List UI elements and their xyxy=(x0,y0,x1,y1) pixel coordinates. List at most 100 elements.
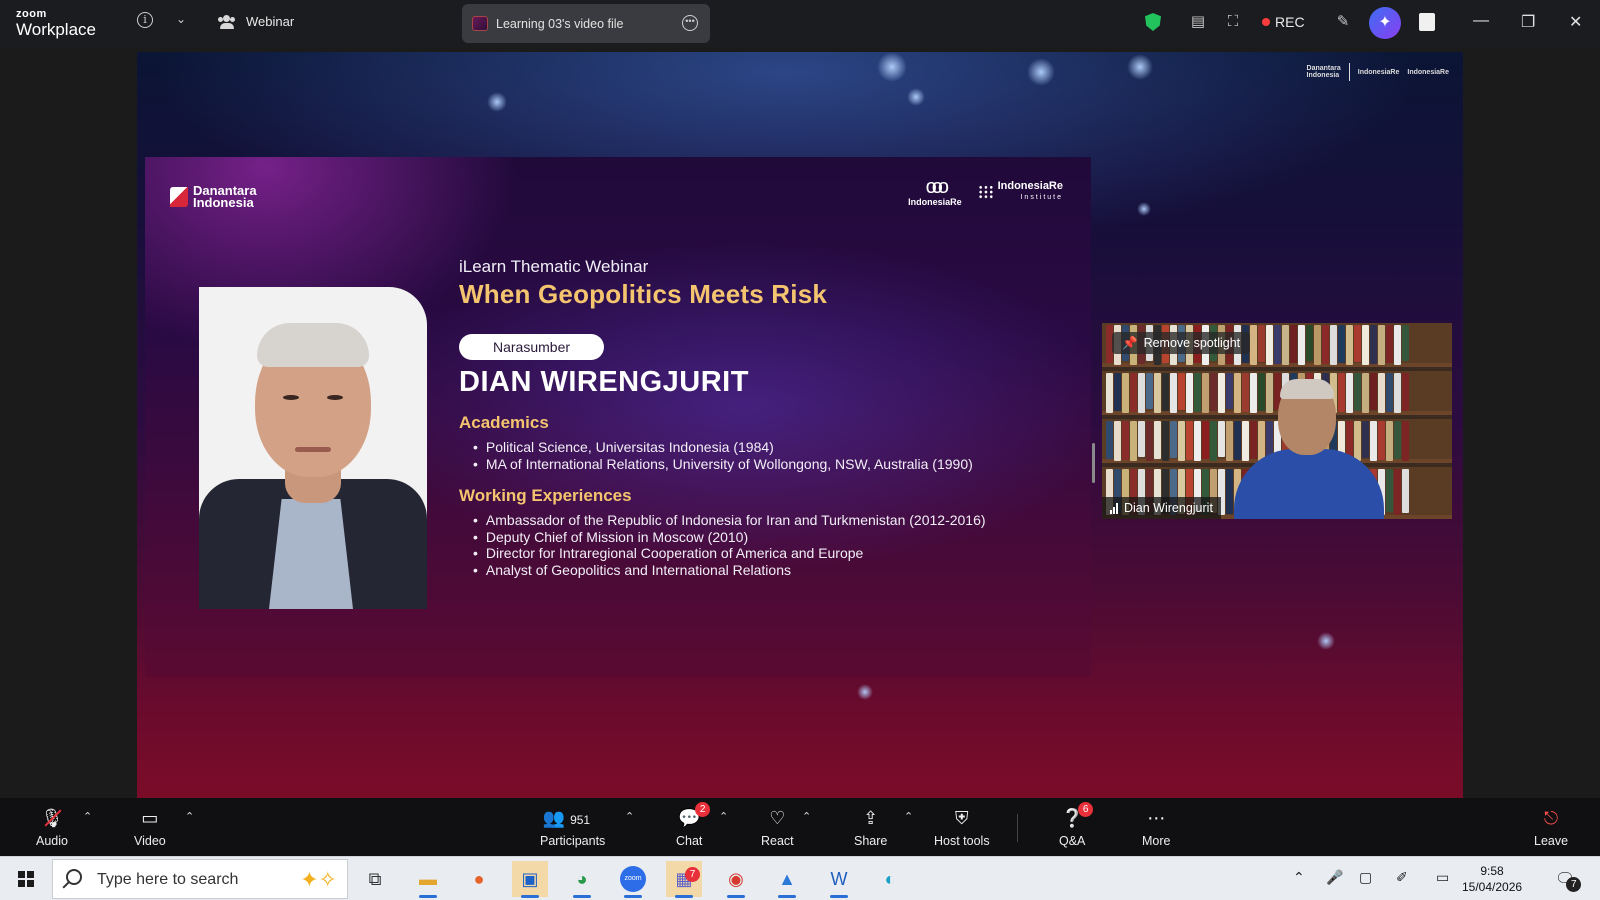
share-button[interactable]: ⇪ Share xyxy=(854,806,887,848)
chevron-down-icon[interactable]: ⌄ xyxy=(176,12,186,26)
taskbar-search-input[interactable]: Type here to search ✦✧ xyxy=(52,859,348,899)
annotate-pencil-icon[interactable]: ✎ xyxy=(1334,13,1352,31)
task-view-icon[interactable]: ⧉ xyxy=(357,861,393,897)
academics-list: Political Science, Universitas Indonesia… xyxy=(459,439,986,472)
video-button[interactable]: ▭ Video xyxy=(134,806,166,848)
remove-spotlight-button[interactable]: 📌 Remove spotlight xyxy=(1112,332,1251,354)
participant-name-tag: Dian Wirengjurit xyxy=(1102,497,1221,519)
microphone-icon[interactable]: 🎤 xyxy=(1326,869,1343,886)
system-clock[interactable]: 9:58 15/04/2026 xyxy=(1462,863,1522,895)
share-screen-icon[interactable] xyxy=(1419,13,1435,31)
close-icon[interactable]: ✕ xyxy=(1569,12,1582,32)
react-label: React xyxy=(761,834,794,848)
shared-screen: Danantara Indonesia IndonesiaRe Indonesia… xyxy=(137,52,1463,798)
word-icon[interactable]: W xyxy=(821,861,857,898)
chat-button[interactable]: 💬 2 Chat xyxy=(676,802,711,848)
speaker-photo xyxy=(199,287,427,609)
react-button[interactable]: ♡ React xyxy=(761,806,794,848)
react-caret-icon[interactable]: ⌃ xyxy=(802,810,811,823)
list-item: Ambassador of the Republic of Indonesia … xyxy=(473,512,986,529)
notifications-icon[interactable]: 🗨 7 xyxy=(1555,869,1582,892)
chat-caret-icon[interactable]: ⌃ xyxy=(719,810,728,823)
chrome-icon[interactable]: ◉ xyxy=(718,861,754,898)
photos-icon[interactable]: ▲ xyxy=(769,861,805,898)
teams-icon[interactable]: ▦ 7 xyxy=(666,861,702,898)
chrome-profile-icon[interactable]: ◕ xyxy=(564,861,600,898)
indonesiare-logo-small: IndonesiaRe xyxy=(1357,68,1400,76)
leave-label: Leave xyxy=(1534,834,1569,848)
academics-heading: Academics xyxy=(459,413,549,432)
file-explorer-icon[interactable]: ▬ xyxy=(410,861,446,898)
video-label: Video xyxy=(134,834,166,848)
windows-taskbar: Type here to search ✦✧ ⧉ ▬ ● ▣ ◕ zoom ▦ 7… xyxy=(0,856,1600,900)
video-options-caret-icon[interactable]: ⌃ xyxy=(185,810,194,823)
audio-button[interactable]: 🎙 Audio xyxy=(36,806,68,848)
pen-icon[interactable]: ✐ xyxy=(1396,869,1408,886)
webinar-icon xyxy=(218,14,236,29)
qa-badge: 6 xyxy=(1078,802,1094,817)
video-file-icon xyxy=(472,16,488,31)
share-screen-up-icon: ⇪ xyxy=(863,808,879,828)
chat-label: Chat xyxy=(676,834,703,848)
windows-start-icon[interactable] xyxy=(18,871,34,887)
brand-small: zoom xyxy=(16,8,47,20)
captions-icon[interactable]: ▤ xyxy=(1189,13,1207,31)
tray-overflow-icon[interactable]: ⌃ xyxy=(1293,869,1305,886)
more-dots-icon: ⋯ xyxy=(1147,808,1166,828)
search-icon xyxy=(66,869,82,885)
danantara-logo: Danantara Indonesia xyxy=(170,184,257,210)
list-item: MA of International Relations, Universit… xyxy=(473,456,986,473)
qa-button[interactable]: ❔ 6 Q&A xyxy=(1059,802,1094,848)
zoom-icon[interactable]: zoom xyxy=(615,861,651,898)
teams-badge: 7 xyxy=(685,867,700,882)
search-placeholder: Type here to search xyxy=(97,871,239,888)
panel-resize-handle[interactable] xyxy=(1092,443,1095,483)
webinar-label: Webinar xyxy=(246,14,295,29)
shared-tab[interactable]: Learning 03's video file ••• xyxy=(462,4,710,43)
top-logos: Danantara Indonesia IndonesiaRe Indonesia… xyxy=(1307,63,1449,81)
ai-companion-icon[interactable]: ✦ xyxy=(1369,7,1401,39)
spotlight-video-tile[interactable]: 📌 Remove spotlight Dian Wirengjurit xyxy=(1102,323,1452,519)
minimize-icon[interactable]: — xyxy=(1473,12,1489,30)
logo-left-line2: Indonesia xyxy=(193,195,254,210)
audio-options-caret-icon[interactable]: ⌃ xyxy=(83,810,92,823)
qa-label: Q&A xyxy=(1059,834,1086,848)
clock-time: 9:58 xyxy=(1480,864,1504,878)
work-heading: Working Experiences xyxy=(459,486,632,505)
edge-icon[interactable]: ◐ xyxy=(872,861,908,897)
heart-icon: ♡ xyxy=(769,808,786,828)
host-tools-label: Host tools xyxy=(934,834,990,848)
host-shield-icon: ⛨ xyxy=(955,808,969,828)
remove-spotlight-label: Remove spotlight xyxy=(1143,336,1241,350)
participants-caret-icon[interactable]: ⌃ xyxy=(625,810,634,823)
chat-badge: 2 xyxy=(695,802,711,817)
rings-icon: ooo xyxy=(925,176,949,198)
clock-date: 15/04/2026 xyxy=(1462,880,1523,894)
indonesiare-institute-logo-small: IndonesiaRe xyxy=(1407,68,1449,76)
encryption-shield-icon[interactable] xyxy=(1145,13,1161,31)
ire-logo-text: IndonesiaRe xyxy=(908,197,962,207)
host-tools-button[interactable]: ⛨ Host tools xyxy=(934,806,990,848)
network-icon[interactable]: ▢ xyxy=(1359,869,1372,886)
meeting-toolbar: 🎙 Audio ⌃ ▭ Video ⌃ 👥 951 Participants ⌃… xyxy=(0,798,1600,856)
recording-dot-icon xyxy=(1262,18,1270,26)
participant-video-feed xyxy=(1234,379,1384,519)
indonesiare-institute-logo: IndonesiaRe Institute xyxy=(977,180,1063,203)
webinar-slide: Danantara Indonesia ooo IndonesiaRe Indon… xyxy=(145,157,1091,677)
institute-logo-text: IndonesiaRe xyxy=(997,180,1063,192)
more-options-icon[interactable]: ••• xyxy=(682,15,698,31)
keyboard-icon[interactable]: ▭ xyxy=(1436,869,1449,886)
outlook-icon[interactable]: ▣ xyxy=(512,861,548,898)
chat-icon: 💬 2 xyxy=(676,802,711,830)
list-item: Deputy Chief of Mission in Moscow (2010) xyxy=(473,529,986,546)
participants-button[interactable]: 👥 951 Participants xyxy=(540,806,605,848)
more-button[interactable]: ⋯ More xyxy=(1142,806,1170,848)
share-caret-icon[interactable]: ⌃ xyxy=(904,810,913,823)
recording-indicator[interactable]: REC xyxy=(1262,14,1305,30)
view-icon[interactable]: ⛶ xyxy=(1224,13,1242,31)
info-icon[interactable]: i xyxy=(137,12,153,28)
firefox-icon[interactable]: ● xyxy=(461,861,497,897)
restore-icon[interactable]: ❐ xyxy=(1521,12,1535,32)
webinar-indicator[interactable]: Webinar xyxy=(218,14,294,29)
leave-button[interactable]: ⎋ Leave xyxy=(1534,806,1568,848)
